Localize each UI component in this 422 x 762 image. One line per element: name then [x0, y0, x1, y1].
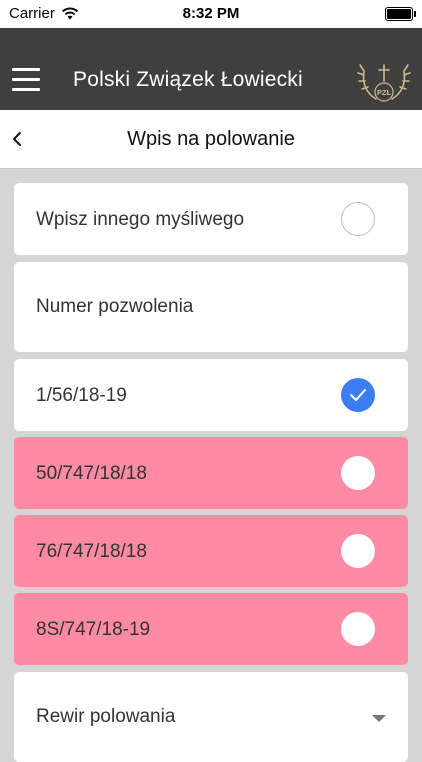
hamburger-menu-icon[interactable]	[12, 68, 42, 92]
hunting-district-dropdown[interactable]: Rewir polowania	[14, 672, 408, 762]
permit-checkbox[interactable]	[341, 612, 375, 646]
permit-number-placeholder: Numer pozwolenia	[36, 296, 194, 317]
hunting-district-placeholder: Rewir polowania	[36, 706, 176, 727]
status-time: 8:32 PM	[182, 5, 240, 22]
logo-text: PZŁ	[377, 88, 392, 97]
pzl-logo-icon: PZŁ	[357, 64, 411, 102]
page-title: Wpis na polowanie	[127, 128, 295, 150]
permit-checkbox[interactable]	[341, 456, 375, 490]
app-title: Polski Związek Łowiecki	[73, 68, 303, 91]
dropdown-arrow-icon	[372, 715, 386, 722]
status-bar: Carrier 8:32 PM	[0, 0, 422, 28]
other-hunter-row[interactable]: Wpisz innego myśliwego	[14, 183, 408, 255]
battery-icon	[385, 7, 416, 21]
permit-row[interactable]: 50/747/18/18	[14, 437, 408, 509]
permit-number: 1/56/18-19	[36, 385, 127, 406]
other-hunter-checkbox[interactable]	[341, 202, 375, 236]
permit-number-field[interactable]: Numer pozwolenia	[14, 262, 408, 352]
permit-checkbox-checked[interactable]	[341, 378, 375, 412]
permit-number: 50/747/18/18	[36, 463, 147, 484]
permit-number: 8S/747/18-19	[36, 619, 151, 640]
app-header: Polski Związek Łowiecki PZŁ	[0, 28, 422, 110]
permit-number: 76/747/18/18	[36, 541, 147, 562]
permit-row[interactable]: 76/747/18/18	[14, 515, 408, 587]
permit-row[interactable]: 1/56/18-19	[14, 359, 408, 431]
navigation-bar: Wpis na polowanie	[0, 110, 422, 169]
checkmark-icon	[350, 389, 366, 401]
permit-checkbox[interactable]	[341, 534, 375, 568]
other-hunter-label: Wpisz innego myśliwego	[36, 209, 245, 230]
permit-row[interactable]: 8S/747/18-19	[14, 593, 408, 665]
